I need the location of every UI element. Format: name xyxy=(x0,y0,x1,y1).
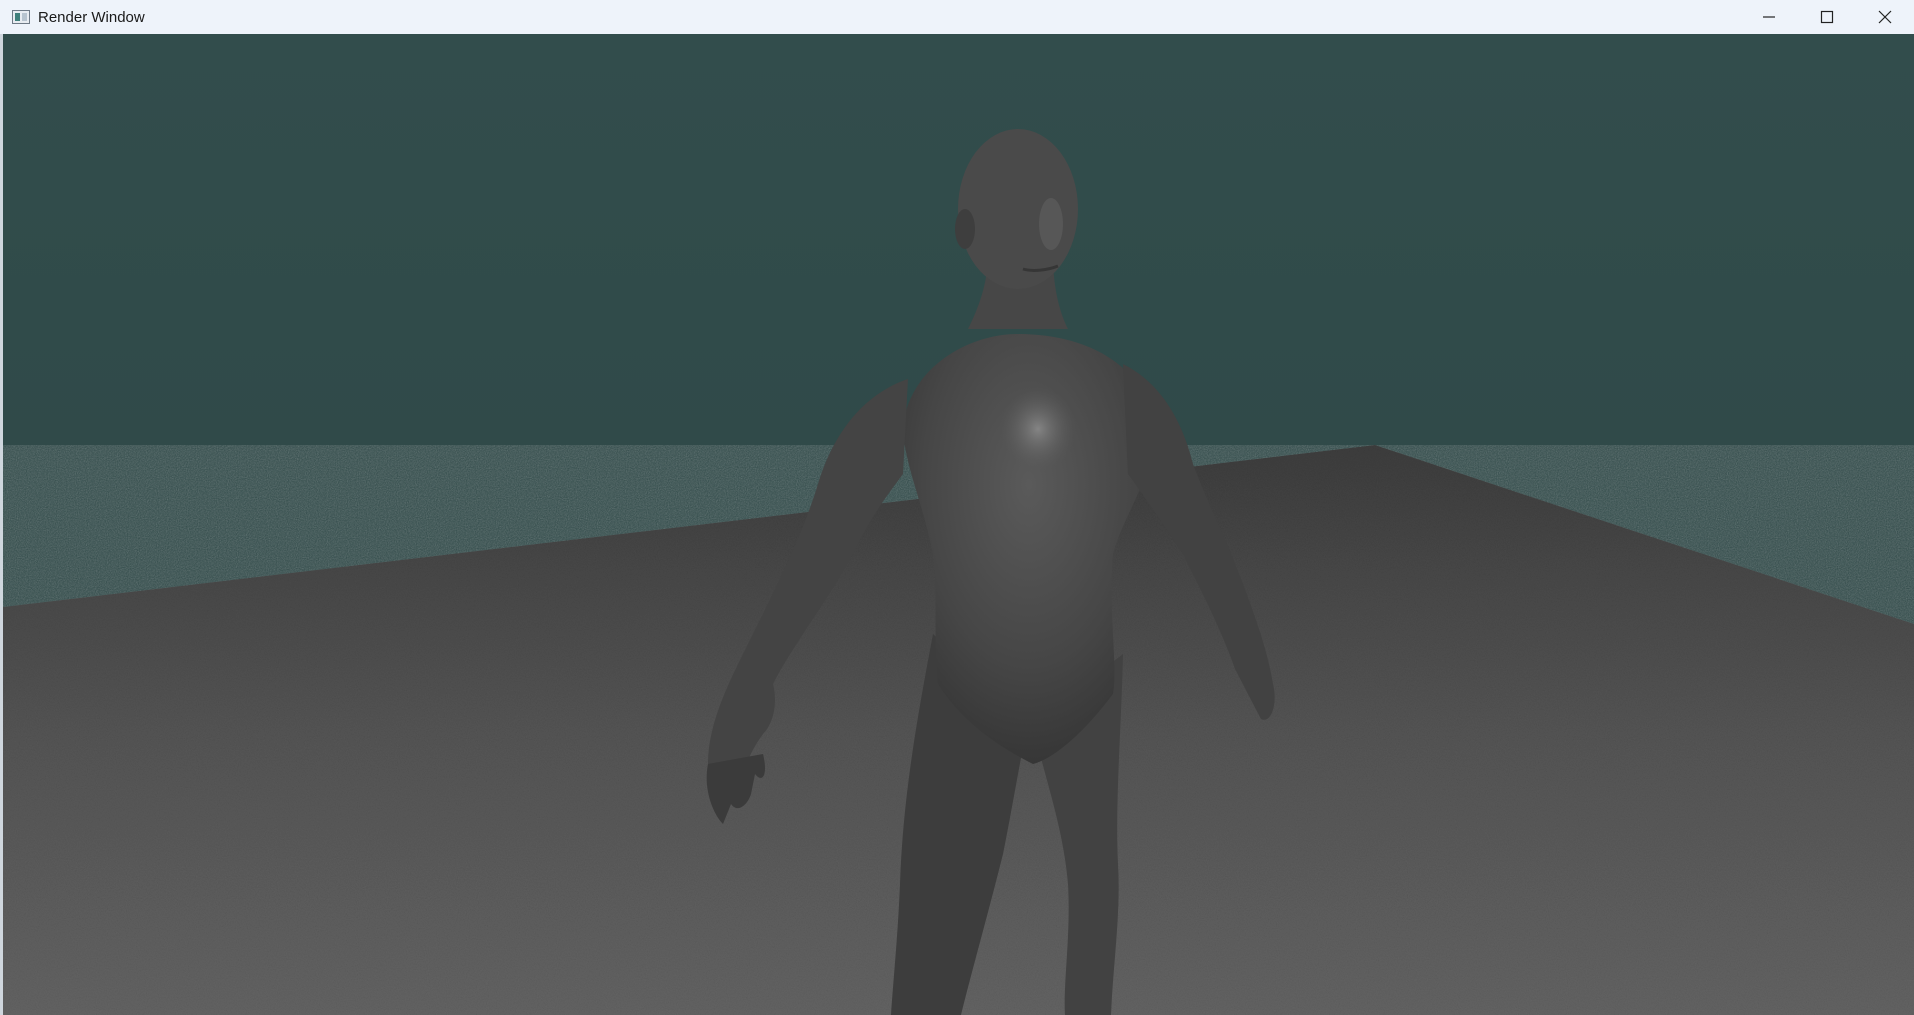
minimize-button[interactable] xyxy=(1740,0,1798,34)
close-icon xyxy=(1878,10,1892,24)
close-button[interactable] xyxy=(1856,0,1914,34)
window-controls xyxy=(1740,0,1914,34)
title-bar[interactable]: Render Window xyxy=(0,0,1914,35)
maximize-button[interactable] xyxy=(1798,0,1856,34)
window-title: Render Window xyxy=(38,8,145,26)
minimize-icon xyxy=(1763,16,1775,18)
render-viewport[interactable] xyxy=(3,34,1914,1015)
render-window-app-icon xyxy=(12,10,30,24)
render-scene xyxy=(3,34,1914,1015)
render-window: Render Window xyxy=(0,0,1914,1015)
maximize-icon xyxy=(1820,10,1834,24)
